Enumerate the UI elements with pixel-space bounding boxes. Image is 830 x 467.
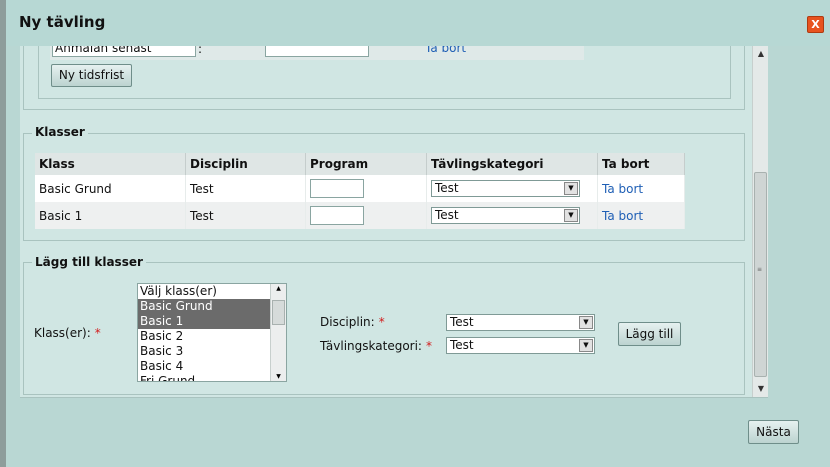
listbox-item[interactable]: Basic 4 bbox=[138, 359, 271, 374]
kategori-select-value: Test bbox=[435, 181, 459, 195]
required-mark: * bbox=[378, 315, 385, 329]
cell-disciplin: Test bbox=[185, 202, 306, 229]
chevron-down-icon[interactable]: ▼ bbox=[271, 373, 286, 380]
deadline-date-field[interactable] bbox=[265, 46, 369, 57]
remove-link[interactable]: Ta bort bbox=[602, 209, 643, 223]
header-program: Program bbox=[305, 153, 427, 175]
close-button[interactable]: X bbox=[807, 16, 824, 33]
kategori-select[interactable]: Test ▼ bbox=[431, 207, 580, 224]
cell-klass: Basic Grund bbox=[35, 175, 186, 202]
listbox-item[interactable]: Välj klass(er) bbox=[138, 284, 271, 299]
dialog-title: Ny tävling bbox=[19, 13, 106, 31]
cell-kategori: Test ▼ bbox=[426, 202, 598, 229]
cell-remove: Ta bort bbox=[597, 175, 685, 202]
classes-listbox[interactable]: Välj klass(er) Basic Grund Basic 1 Basic… bbox=[137, 283, 287, 382]
remove-link[interactable]: Ta bort bbox=[602, 182, 643, 196]
discipline-select-value: Test bbox=[450, 315, 474, 329]
backdrop-edge bbox=[0, 0, 6, 467]
required-mark: * bbox=[425, 339, 432, 353]
discipline-select[interactable]: Test ▼ bbox=[446, 314, 595, 331]
add-classes-button[interactable]: Lägg till bbox=[618, 322, 681, 346]
grip-icon: ≡ bbox=[757, 266, 763, 273]
titlebar: Ny tävling X bbox=[6, 0, 830, 46]
header-ta-bort: Ta bort bbox=[597, 153, 685, 175]
discipline-label: Disciplin: * bbox=[320, 315, 385, 329]
chevron-down-icon[interactable]: ▼ bbox=[579, 339, 593, 352]
table-row: Basic Grund Test Test ▼ Ta bort bbox=[35, 175, 685, 202]
chevron-down-icon[interactable]: ▼ bbox=[579, 316, 593, 329]
listbox-item[interactable]: Basic Grund bbox=[138, 299, 271, 314]
program-input[interactable] bbox=[310, 179, 364, 198]
table-row: Basic 1 Test Test ▼ Ta bort bbox=[35, 202, 685, 229]
listbox-scrollbar[interactable]: ▲ ▼ bbox=[270, 284, 286, 381]
deadline-remove-link[interactable]: Ta bort bbox=[425, 46, 466, 55]
dialog: Ny tävling X Anmälan senast : Ta bort Ny… bbox=[0, 0, 830, 467]
listbox-item[interactable]: Basic 3 bbox=[138, 344, 271, 359]
header-kategori: Tävlingskategori bbox=[426, 153, 598, 175]
classes-label: Klass(er): * bbox=[34, 326, 101, 340]
scroll-content: Anmälan senast : Ta bort Ny tidsfrist Kl… bbox=[20, 46, 768, 398]
classes-table: Klass Disciplin Program Tävlingskategori… bbox=[35, 153, 685, 229]
cell-program bbox=[305, 202, 427, 229]
listbox-item[interactable]: Basic 1 bbox=[138, 314, 271, 329]
chevron-down-icon[interactable]: ▼ bbox=[564, 182, 578, 195]
cell-program bbox=[305, 175, 427, 202]
deadline-row-label: Anmälan senast bbox=[55, 46, 152, 55]
content-scroll-thumb[interactable]: ≡ bbox=[754, 172, 767, 377]
chevron-down-icon[interactable]: ▼ bbox=[564, 209, 578, 222]
next-button[interactable]: Nästa bbox=[748, 420, 799, 444]
program-input[interactable] bbox=[310, 206, 364, 225]
cell-remove: Ta bort bbox=[597, 202, 685, 229]
add-classes-legend: Lägg till klasser bbox=[32, 255, 146, 269]
chevron-up-icon[interactable]: ▲ bbox=[271, 285, 286, 292]
cell-kategori: Test ▼ bbox=[426, 175, 598, 202]
chevron-up-icon[interactable]: ▲ bbox=[753, 46, 769, 62]
cell-disciplin: Test bbox=[185, 175, 306, 202]
category-select[interactable]: Test ▼ bbox=[446, 337, 595, 354]
listbox-item[interactable]: Basic 2 bbox=[138, 329, 271, 344]
kategori-select-value: Test bbox=[435, 208, 459, 222]
deadline-separator: : bbox=[198, 46, 203, 56]
category-select-value: Test bbox=[450, 338, 474, 352]
kategori-select[interactable]: Test ▼ bbox=[431, 180, 580, 197]
content-scrollbar[interactable]: ▲ ≡ ▼ bbox=[752, 46, 768, 397]
new-deadline-button[interactable]: Ny tidsfrist bbox=[51, 64, 132, 87]
deadline-label-field[interactable]: Anmälan senast bbox=[52, 46, 196, 57]
listbox-scroll-thumb[interactable] bbox=[272, 300, 285, 325]
classes-legend: Klasser bbox=[32, 125, 88, 139]
chevron-down-icon[interactable]: ▼ bbox=[753, 381, 769, 397]
required-mark: * bbox=[94, 326, 101, 340]
cell-klass: Basic 1 bbox=[35, 202, 186, 229]
category-label: Tävlingskategori: * bbox=[320, 339, 432, 353]
header-klass: Klass bbox=[35, 153, 186, 175]
listbox-item[interactable]: Fri Grund bbox=[138, 374, 271, 381]
header-disciplin: Disciplin bbox=[185, 153, 306, 175]
